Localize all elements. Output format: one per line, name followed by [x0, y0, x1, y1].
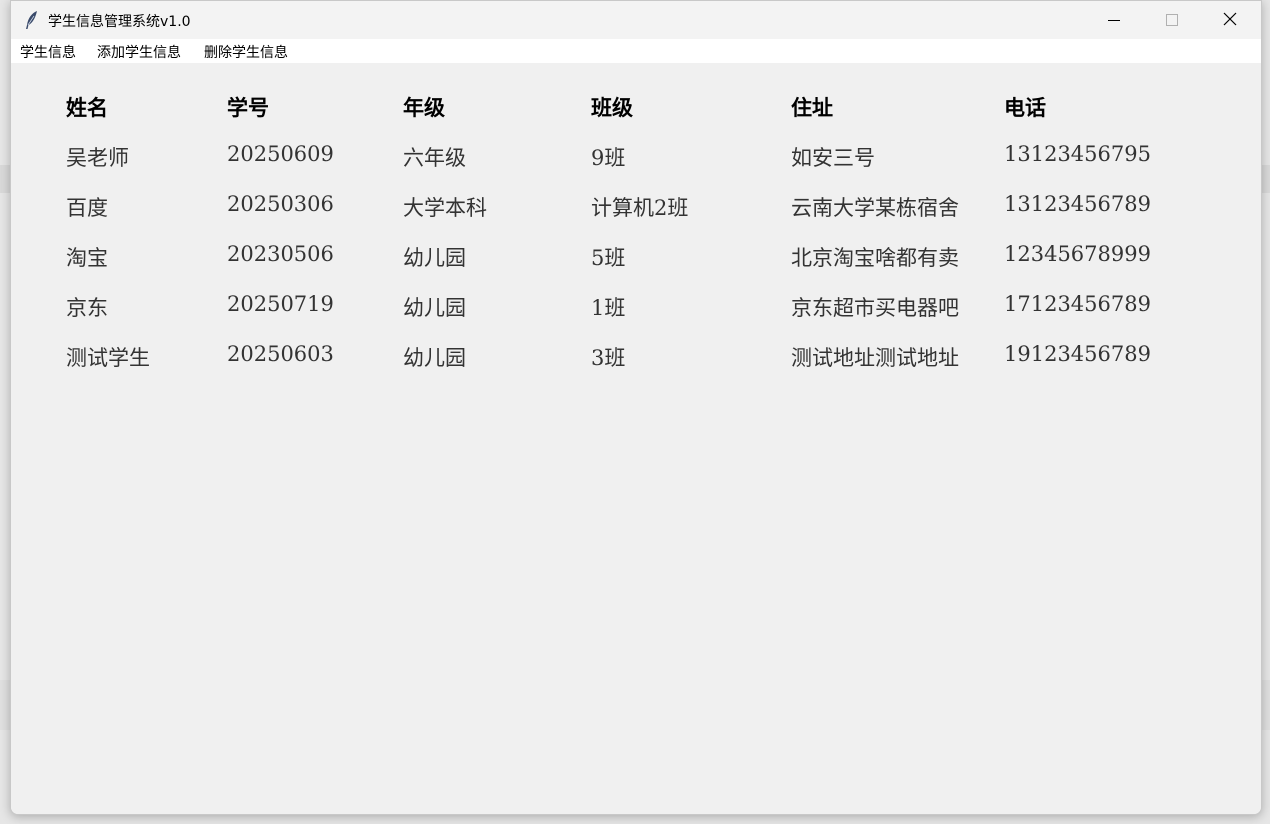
table-cell-student-id: 20250719: [227, 292, 334, 316]
table-cell-phone: 12345678999: [1004, 242, 1151, 266]
table-cell-name: 吴老师: [66, 146, 129, 170]
menu-add-student[interactable]: 添加学生信息: [97, 42, 181, 62]
table-cell-grade: 大学本科: [403, 196, 487, 220]
table-cell-name: 淘宝: [66, 246, 108, 270]
menu-delete-student[interactable]: 删除学生信息: [204, 42, 288, 62]
table-cell-student-id: 20230506: [227, 242, 334, 266]
table-cell-address: 北京淘宝啥都有卖: [791, 246, 959, 270]
table-cell-grade: 幼儿园: [403, 296, 466, 320]
table-cell-address: 测试地址测试地址: [791, 346, 959, 370]
table-cell-name: 测试学生: [66, 346, 150, 370]
app-window: 学生信息管理系统v1.0 学生信息 添加学生信息 删除学生信息 姓名 学号 年级…: [10, 0, 1262, 815]
header-phone: 电话: [1004, 95, 1046, 120]
close-button[interactable]: [1201, 1, 1259, 39]
menu-student-info[interactable]: 学生信息: [20, 42, 76, 62]
header-name: 姓名: [66, 95, 108, 120]
header-class: 班级: [591, 95, 633, 120]
table-cell-class: 3班: [591, 346, 626, 370]
table-cell-grade: 六年级: [403, 146, 466, 170]
table-cell-phone: 13123456795: [1004, 142, 1151, 166]
table-cell-phone: 17123456789: [1004, 292, 1151, 316]
table-cell-class: 5班: [591, 246, 626, 270]
feather-icon: [23, 10, 41, 30]
table-cell-student-id: 20250306: [227, 192, 334, 216]
header-address: 住址: [791, 95, 833, 120]
title-bar[interactable]: 学生信息管理系统v1.0: [11, 1, 1261, 39]
table-cell-class: 1班: [591, 296, 626, 320]
table-cell-class: 计算机2班: [591, 196, 689, 220]
minimize-icon: [1108, 11, 1120, 30]
table-cell-student-id: 20250609: [227, 142, 334, 166]
table-cell-grade: 幼儿园: [403, 246, 466, 270]
table-cell-phone: 13123456789: [1004, 192, 1151, 216]
table-cell-address: 云南大学某栋宿舍: [791, 196, 959, 220]
maximize-button[interactable]: [1143, 1, 1201, 39]
window-title: 学生信息管理系统v1.0: [48, 14, 191, 30]
desktop-background: 学生信息管理系统v1.0 学生信息 添加学生信息 删除学生信息 姓名 学号 年级…: [0, 0, 1270, 824]
table-cell-phone: 19123456789: [1004, 342, 1151, 366]
menu-bar: 学生信息 添加学生信息 删除学生信息: [11, 39, 1261, 63]
table-cell-name: 百度: [66, 196, 108, 220]
close-icon: [1223, 11, 1237, 30]
minimize-button[interactable]: [1085, 1, 1143, 39]
student-table: 姓名 学号 年级 班级 住址 电话 吴老师 20250609 六年级 9班 如安…: [11, 63, 1261, 814]
table-cell-student-id: 20250603: [227, 342, 334, 366]
table-cell-address: 如安三号: [791, 146, 875, 170]
table-cell-address: 京东超市买电器吧: [791, 296, 959, 320]
header-grade: 年级: [403, 95, 445, 120]
table-cell-class: 9班: [591, 146, 626, 170]
header-student-id: 学号: [227, 95, 269, 120]
maximize-icon: [1166, 11, 1178, 30]
table-cell-grade: 幼儿园: [403, 346, 466, 370]
table-cell-name: 京东: [66, 296, 108, 320]
